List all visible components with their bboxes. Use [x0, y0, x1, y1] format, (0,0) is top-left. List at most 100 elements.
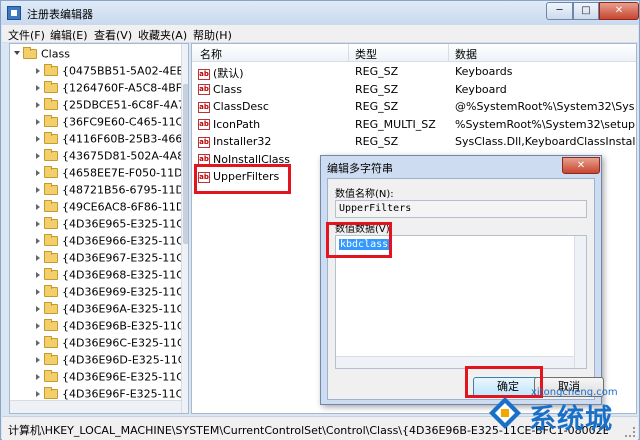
tree-node-label: {4D36E96F-E325-11CE: [62, 387, 186, 401]
expand-arrow-icon[interactable]: [36, 136, 40, 142]
folder-icon: [44, 353, 58, 365]
expand-arrow-icon[interactable]: [36, 391, 40, 397]
expand-arrow-icon[interactable]: [36, 289, 40, 295]
expand-arrow-icon[interactable]: [36, 272, 40, 278]
value-name: IconPath: [213, 117, 261, 131]
registry-tree[interactable]: Class {0475BB51-5A02-4EE0 {1264760F-A5C8-…: [9, 43, 189, 414]
title-bar[interactable]: 注册表编辑器 ─ □ ✕: [1, 1, 639, 25]
string-value-icon: ab: [198, 68, 210, 80]
expand-arrow-icon[interactable]: [36, 374, 40, 380]
tree-node-label: {4D36E96D-E325-11CE: [62, 353, 186, 367]
menu-file[interactable]: 文件(F): [8, 27, 45, 43]
tree-node[interactable]: {4D36E96C-E325-11CE: [36, 336, 186, 352]
expand-arrow-icon[interactable]: [36, 85, 40, 91]
tree-scroll-thumb[interactable]: [183, 84, 188, 244]
data-vertical-scrollbar[interactable]: [574, 236, 586, 368]
value-data-cell: @%SystemRoot%\System32\SysClass: [455, 100, 635, 113]
expand-arrow-icon[interactable]: [36, 119, 40, 125]
menu-edit[interactable]: 编辑(E): [50, 27, 88, 43]
tree-node-label: {4116F60B-25B3-4662: [62, 132, 186, 146]
close-button[interactable]: ✕: [599, 2, 639, 20]
string-value-icon: ab: [198, 136, 210, 148]
tree-horizontal-scrollbar[interactable]: [10, 400, 181, 413]
watermark-text: 系统城: [529, 404, 613, 435]
tree-node-label: {4D36E969-E325-11CE: [62, 285, 186, 299]
minimize-button[interactable]: ─: [546, 2, 573, 20]
tree-node[interactable]: {4D36E96E-E325-11CE: [36, 370, 186, 386]
expand-arrow-icon[interactable]: [36, 68, 40, 74]
expand-arrow-icon[interactable]: [36, 255, 40, 261]
dialog-title: 编辑多字符串: [327, 162, 393, 175]
value-type-cell: REG_SZ: [355, 100, 399, 113]
table-row[interactable]: ab ClassDesc REG_SZ @%SystemRoot%\System32\…: [192, 99, 636, 116]
tree-node-class[interactable]: Class: [14, 47, 184, 63]
expand-arrow-icon[interactable]: [36, 170, 40, 176]
tree-node-label: {4D36E968-E325-11CE: [62, 268, 186, 282]
expand-arrow-icon[interactable]: [36, 238, 40, 244]
folder-icon: [44, 370, 58, 382]
table-row[interactable]: ab IconPath REG_MULTI_SZ %SystemRoot%\Syste…: [192, 117, 636, 134]
menu-view[interactable]: 查看(V): [94, 27, 132, 43]
menu-help[interactable]: 帮助(H): [193, 27, 232, 43]
column-separator[interactable]: [348, 44, 349, 62]
expand-arrow-icon[interactable]: [36, 306, 40, 312]
column-separator[interactable]: [448, 44, 449, 62]
folder-icon: [44, 132, 58, 144]
tree-node[interactable]: {49CE6AC8-6F86-11D2: [36, 200, 186, 216]
value-name: Installer32: [213, 135, 272, 148]
table-row[interactable]: ab Installer32 REG_SZ SysClass.Dll,Keyboard…: [192, 134, 636, 151]
tree-node[interactable]: {4D36E968-E325-11CE: [36, 268, 186, 284]
expand-arrow-icon[interactable]: [36, 357, 40, 363]
tree-node[interactable]: {0475BB51-5A02-4EE0: [36, 64, 186, 80]
column-type-header[interactable]: 类型: [355, 46, 377, 62]
tree-node[interactable]: {43675D81-502A-4A82: [36, 149, 186, 165]
expand-arrow-icon[interactable]: [36, 204, 40, 210]
table-row[interactable]: ab Class REG_SZ Keyboard: [192, 82, 636, 99]
maximize-button[interactable]: □: [573, 2, 599, 20]
expand-arrow-icon[interactable]: [36, 340, 40, 346]
tree-node-label: {48721B56-6795-11D2: [62, 183, 186, 197]
dialog-close-button[interactable]: ✕: [562, 157, 600, 174]
tree-node[interactable]: {4D36E965-E325-11CE: [36, 217, 186, 233]
highlight-box-data: [326, 222, 392, 258]
tree-node[interactable]: {36FC9E60-C465-11CF: [36, 115, 186, 131]
table-row[interactable]: ab (默认) REG_SZ Keyboards: [192, 64, 636, 81]
value-type-cell: REG_SZ: [355, 65, 399, 78]
tree-node[interactable]: {4D36E967-E325-11CE: [36, 251, 186, 267]
tree-node-label: {1264760F-A5C8-4BFE: [62, 81, 186, 95]
menu-favorites[interactable]: 收藏夹(A): [138, 27, 187, 43]
folder-icon: [44, 200, 58, 212]
tree-vertical-scrollbar[interactable]: [181, 44, 188, 413]
column-data-header[interactable]: 数据: [455, 46, 477, 62]
expand-arrow-icon[interactable]: [36, 221, 40, 227]
value-name: Class: [213, 82, 242, 96]
tree-node[interactable]: {4D36E96B-E325-11CE: [36, 319, 186, 335]
value-type-cell: REG_SZ: [355, 82, 399, 96]
folder-icon: [44, 166, 58, 178]
value-name-field: UpperFilters: [335, 200, 587, 218]
collapse-arrow-icon[interactable]: [14, 50, 20, 58]
column-name-header[interactable]: 名称: [200, 46, 222, 62]
tree-node[interactable]: {48721B56-6795-11D2: [36, 183, 186, 199]
expand-arrow-icon[interactable]: [36, 153, 40, 159]
expand-arrow-icon[interactable]: [36, 323, 40, 329]
tree-node-label: {43675D81-502A-4A82: [62, 149, 186, 163]
tree-node[interactable]: {4116F60B-25B3-4662: [36, 132, 186, 148]
tree-node[interactable]: {4D36E966-E325-11CE: [36, 234, 186, 250]
folder-icon: [44, 234, 58, 246]
tree-node-label: {4D36E966-E325-11CE: [62, 234, 186, 248]
tree-node[interactable]: {1264760F-A5C8-4BFE: [36, 81, 186, 97]
edit-multistring-dialog: 编辑多字符串 ✕ 数值名称(N): UpperFilters 数值数据(V): …: [320, 155, 604, 405]
tree-node[interactable]: {4D36E969-E325-11CE: [36, 285, 186, 301]
expand-arrow-icon[interactable]: [36, 187, 40, 193]
tree-node[interactable]: {4D36E96A-E325-11CE: [36, 302, 186, 318]
folder-icon: [44, 64, 58, 76]
tree-node-label: {4D36E96A-E325-11CE: [62, 302, 186, 316]
tree-node[interactable]: {4D36E96D-E325-11CE: [36, 353, 186, 369]
folder-icon: [44, 149, 58, 161]
expand-arrow-icon[interactable]: [36, 102, 40, 108]
folder-icon: [44, 115, 58, 127]
tree-node-label: {4D36E96E-E325-11CE: [62, 370, 186, 384]
tree-node[interactable]: {25DBCE51-6C8F-4A72: [36, 98, 186, 114]
tree-node[interactable]: {4658EE7E-F050-11D1: [36, 166, 186, 182]
